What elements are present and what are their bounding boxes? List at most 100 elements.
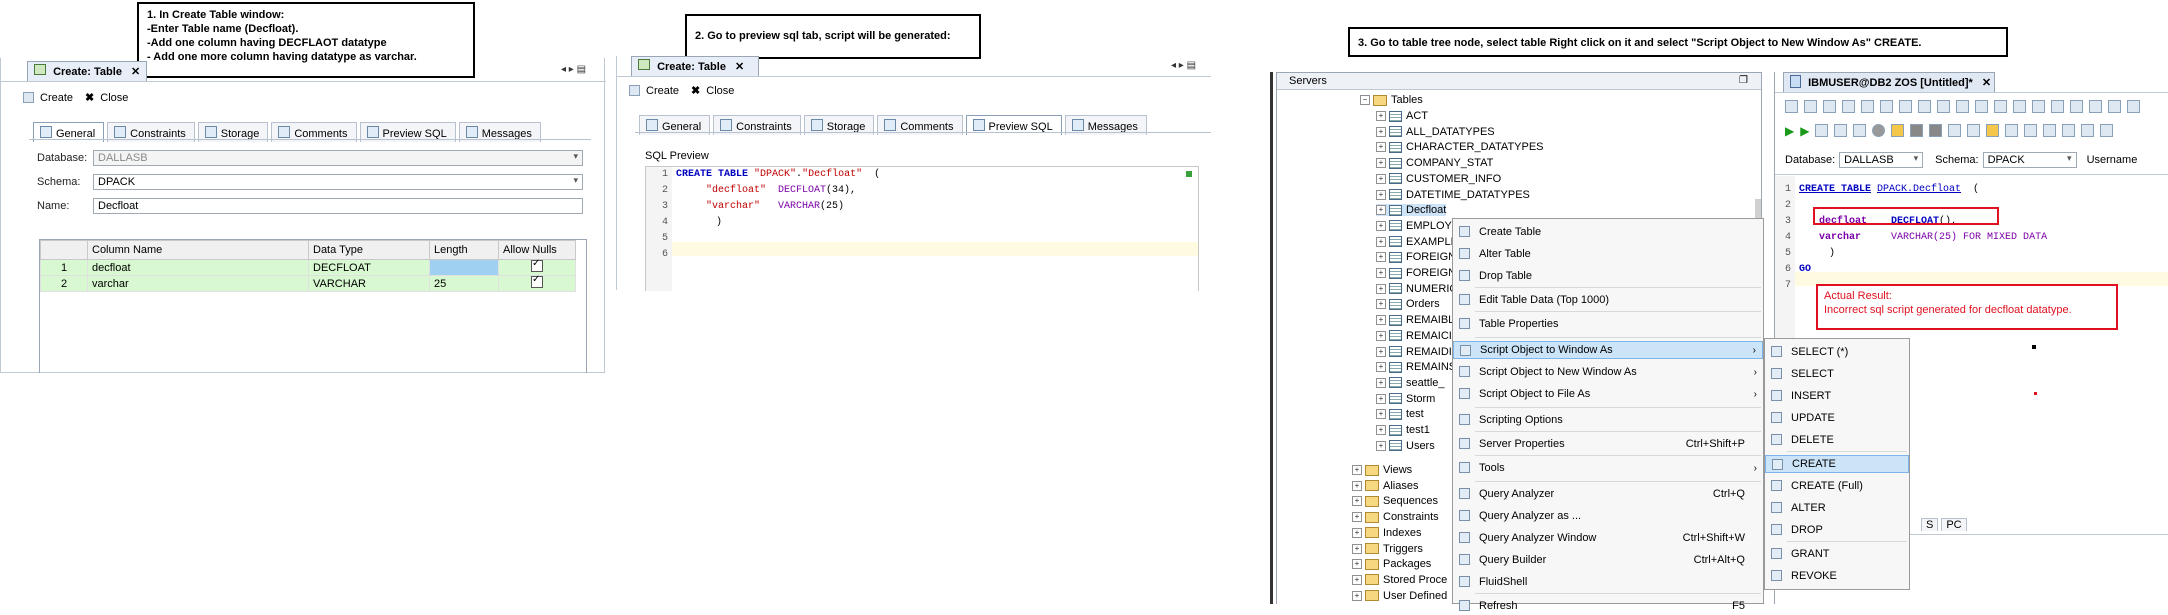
tree-folder[interactable]: + Sequences xyxy=(1352,495,1438,507)
create-button[interactable]: Create xyxy=(40,92,73,104)
tree-folder[interactable]: + User Defined xyxy=(1352,590,1447,602)
tree-item-table[interactable]: + REMAICI xyxy=(1376,330,1452,342)
tab-nav-icons[interactable]: ◂ ▸ ▤ xyxy=(1171,60,1196,71)
menu-item[interactable]: Create Table xyxy=(1453,223,1763,241)
tree-item-table[interactable]: + ACT xyxy=(1376,110,1428,122)
tree-item-table[interactable]: + test1 xyxy=(1376,424,1430,436)
sql-preview-editor[interactable]: 1 2 3 4 5 6 CREATE TABLE "DPACK"."Decflo… xyxy=(645,166,1199,291)
tree-item-table[interactable]: + seattle_ xyxy=(1376,377,1445,389)
editor-toolbar-row2[interactable]: ▶ ▶ xyxy=(1785,124,2114,138)
schema-select[interactable]: DPACK ▾ xyxy=(93,174,583,190)
close-icon[interactable]: ✕ xyxy=(131,66,140,78)
tree-folder[interactable]: + Aliases xyxy=(1352,480,1418,492)
close-icon[interactable]: ✕ xyxy=(1982,77,1991,89)
tree-item-table[interactable]: + EXAMPLE xyxy=(1376,236,1458,248)
menu-item[interactable]: Query Builder Ctrl+Alt+Q xyxy=(1453,551,1763,569)
submenu-item[interactable]: INSERT xyxy=(1765,387,1909,405)
tree-item-table[interactable]: + Orders xyxy=(1376,298,1440,310)
tree-item-table[interactable]: + ALL_DATATYPES xyxy=(1376,126,1495,138)
tab-nav-icons[interactable]: ◂ ▸ ▤ xyxy=(561,64,586,75)
editor-tab[interactable]: Create: Table ✕ xyxy=(631,56,759,76)
close-button[interactable]: Close xyxy=(100,92,128,104)
tree-item-table[interactable]: + REMAINS xyxy=(1376,361,1456,373)
expand-icon[interactable]: + xyxy=(1352,590,1362,601)
tree-item-table[interactable]: + test xyxy=(1376,408,1424,420)
menu-item[interactable]: Edit Table Data (Top 1000) xyxy=(1453,291,1763,309)
allow-nulls-checkbox[interactable] xyxy=(531,258,543,272)
expand-icon[interactable]: + xyxy=(1352,465,1362,475)
table-name-input[interactable]: Decfloat xyxy=(93,198,583,214)
submenu-item[interactable]: UPDATE xyxy=(1765,409,1909,427)
close-button[interactable]: Close xyxy=(706,85,734,97)
expand-icon[interactable]: + xyxy=(1376,268,1386,278)
submenu-item[interactable]: DELETE xyxy=(1765,431,1909,449)
tree-folder[interactable]: + Triggers xyxy=(1352,543,1423,555)
tree-folder[interactable]: + Stored Proce xyxy=(1352,574,1447,586)
tree-item-table[interactable]: + FOREIGN xyxy=(1376,267,1456,279)
expand-icon[interactable]: + xyxy=(1376,393,1386,404)
expand-icon[interactable]: + xyxy=(1376,440,1386,451)
submenu-item[interactable]: CREATE xyxy=(1765,455,1909,473)
editor-tab[interactable]: Create: Table ✕ xyxy=(27,61,147,81)
menu-item[interactable]: Server Properties Ctrl+Shift+P xyxy=(1453,435,1763,453)
tree-item-table[interactable]: + FOREIGN xyxy=(1376,251,1456,263)
menu-item[interactable]: Alter Table xyxy=(1453,245,1763,263)
tree-folder-tables[interactable]: − Tables xyxy=(1360,94,1423,106)
tree-item-table[interactable]: + Decfloat xyxy=(1376,204,1447,217)
expand-icon[interactable]: + xyxy=(1376,189,1386,200)
menu-item[interactable]: Refresh F5 xyxy=(1453,597,1763,615)
menu-item[interactable]: Script Object to Window As › xyxy=(1453,341,1763,359)
menu-item[interactable]: Tools › xyxy=(1453,459,1763,477)
submenu-item[interactable]: ALTER xyxy=(1765,499,1909,517)
schema-select[interactable]: DPACK ▾ xyxy=(1982,152,2077,168)
restore-icon[interactable]: ❐ xyxy=(1739,75,1748,86)
tree-item-table[interactable]: + REMAIBL xyxy=(1376,314,1454,326)
expand-icon[interactable]: + xyxy=(1376,236,1386,247)
expand-icon[interactable]: + xyxy=(1376,299,1386,310)
expand-icon[interactable]: + xyxy=(1376,158,1386,169)
expand-icon[interactable]: + xyxy=(1376,362,1386,373)
tree-item-table[interactable]: + DATETIME_DATATYPES xyxy=(1376,189,1530,201)
menu-item[interactable]: Query Analyzer as ... xyxy=(1453,507,1763,525)
submenu-item[interactable]: REVOKE xyxy=(1765,567,1909,585)
table-row[interactable]: 2 varchar VARCHAR 25 xyxy=(40,274,576,292)
expand-icon[interactable]: + xyxy=(1376,330,1386,341)
expand-icon[interactable]: + xyxy=(1352,480,1362,491)
menu-item[interactable]: Table Properties xyxy=(1453,315,1763,333)
tree-item-table[interactable]: + Storm xyxy=(1376,393,1435,405)
expand-icon[interactable]: + xyxy=(1376,346,1386,357)
tree-item-table[interactable]: + CUSTOMER_INFO xyxy=(1376,173,1501,185)
expand-icon[interactable]: + xyxy=(1376,111,1386,121)
expand-icon[interactable]: + xyxy=(1376,283,1386,294)
expand-icon[interactable]: + xyxy=(1352,559,1362,570)
expand-icon[interactable]: + xyxy=(1352,496,1362,507)
submenu-item[interactable]: CREATE (Full) xyxy=(1765,477,1909,495)
expand-icon[interactable]: + xyxy=(1376,315,1386,326)
editor-tab[interactable]: IBMUSER@DB2 ZOS [Untitled]* ✕ xyxy=(1783,72,1995,92)
tree-item-table[interactable]: + Users xyxy=(1376,440,1435,452)
tree-item-table[interactable]: + NUMERIC xyxy=(1376,283,1457,295)
expand-icon[interactable]: + xyxy=(1376,173,1386,184)
expand-icon[interactable]: + xyxy=(1376,220,1386,231)
menu-item[interactable]: Script Object to File As › xyxy=(1453,385,1763,403)
submenu-item[interactable]: DROP xyxy=(1765,521,1909,539)
tree-item-table[interactable]: + EMPLOYE xyxy=(1376,220,1459,232)
tree-folder[interactable]: + Packages xyxy=(1352,558,1431,570)
submenu-item[interactable]: SELECT xyxy=(1765,365,1909,383)
expand-icon[interactable]: + xyxy=(1376,252,1386,263)
expand-icon[interactable]: + xyxy=(1352,512,1362,523)
tree-folder[interactable]: + Views xyxy=(1352,464,1412,476)
menu-item[interactable]: FluidShell xyxy=(1453,573,1763,591)
expand-icon[interactable]: + xyxy=(1376,142,1386,153)
menu-item[interactable]: Query Analyzer Window Ctrl+Shift+W xyxy=(1453,529,1763,547)
menu-item[interactable]: Scripting Options xyxy=(1453,411,1763,429)
expand-icon[interactable]: + xyxy=(1376,377,1386,388)
expand-icon[interactable]: + xyxy=(1376,205,1386,216)
collapse-icon[interactable]: − xyxy=(1360,95,1370,105)
create-button[interactable]: Create xyxy=(646,85,679,97)
tree-item-table[interactable]: + COMPANY_STAT xyxy=(1376,157,1493,169)
menu-item[interactable]: Query Analyzer Ctrl+Q xyxy=(1453,485,1763,503)
tree-item-table[interactable]: + REMAIDI xyxy=(1376,346,1452,358)
expand-icon[interactable]: + xyxy=(1376,126,1386,137)
expand-icon[interactable]: + xyxy=(1376,409,1386,420)
